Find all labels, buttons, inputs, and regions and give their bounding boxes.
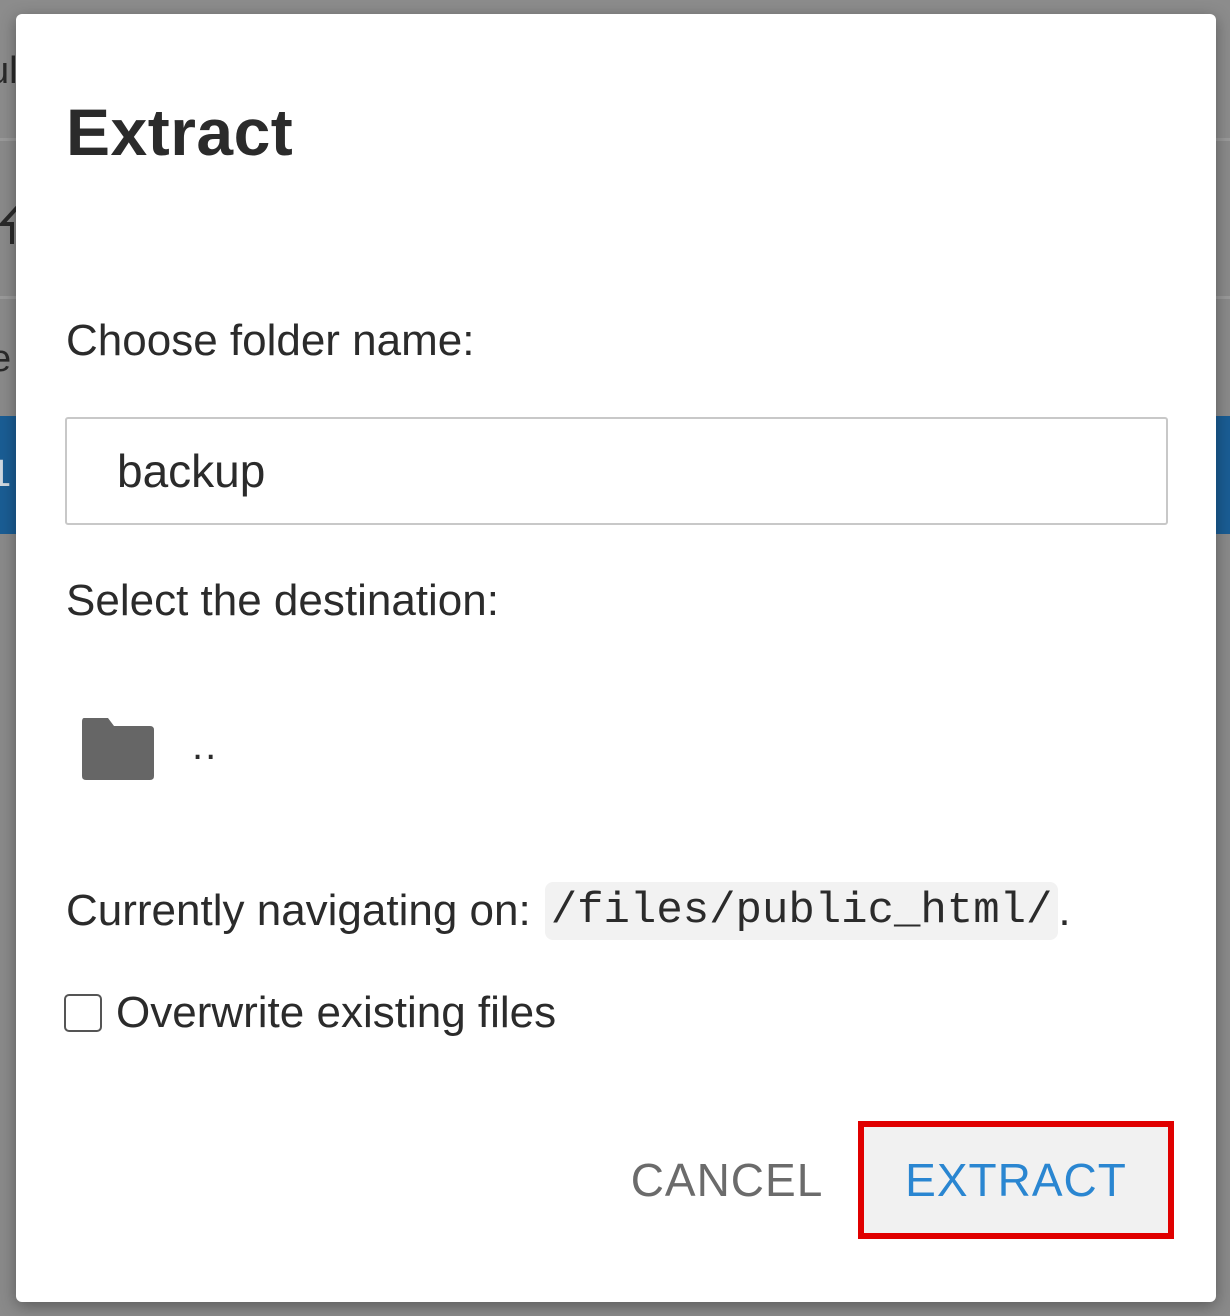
directory-item-name: ..: [192, 723, 219, 768]
overwrite-label: Overwrite existing files: [116, 988, 557, 1037]
navigating-label: Currently navigating on:: [66, 886, 531, 935]
folder-icon: [82, 718, 154, 780]
directory-item-parent[interactable]: ..: [80, 704, 380, 794]
background-text: 1: [0, 453, 12, 495]
destination-label: Select the destination:: [66, 576, 499, 625]
overwrite-option[interactable]: Overwrite existing files: [64, 978, 556, 1048]
extract-dialog: Extract Choose folder name: Select the d…: [16, 14, 1216, 1302]
dialog-title: Extract: [66, 95, 294, 169]
extract-button[interactable]: EXTRACT: [858, 1121, 1174, 1239]
folder-name-input[interactable]: [65, 417, 1168, 525]
folder-name-label: Choose folder name:: [66, 316, 475, 365]
overwrite-checkbox[interactable]: [64, 994, 102, 1032]
cancel-button[interactable]: CANCEL: [616, 1126, 838, 1234]
background-text: ul: [0, 50, 18, 92]
background-text: e: [0, 338, 12, 380]
current-location: Currently navigating on: /files/public_h…: [66, 876, 1071, 946]
navigating-suffix: .: [1058, 886, 1071, 935]
current-path: /files/public_html/: [544, 882, 1059, 940]
